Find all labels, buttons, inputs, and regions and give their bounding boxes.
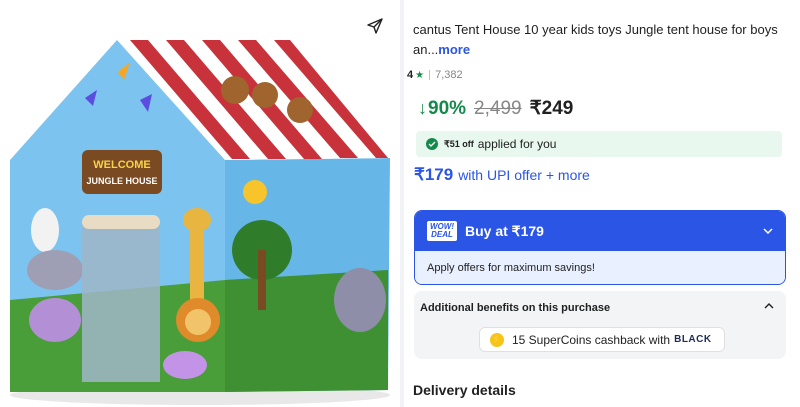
- rating-count: 7,382: [435, 69, 463, 81]
- offer-applied-banner: ₹51 off applied for you: [416, 131, 782, 157]
- wow-deal-badge: WOW! DEAL: [427, 221, 457, 241]
- rating-separator: [429, 70, 431, 80]
- product-details: cantus Tent House 10 year kids toys Jung…: [404, 0, 800, 407]
- product-title[interactable]: cantus Tent House 10 year kids toys Jung…: [413, 20, 791, 60]
- share-icon: [367, 18, 383, 34]
- buy-box: WOW! DEAL Buy at ₹179 Apply offers for m…: [414, 210, 786, 285]
- chevron-down-icon[interactable]: [763, 225, 773, 237]
- benefits-heading: Additional benefits on this purchase: [420, 302, 611, 314]
- product-image-pane[interactable]: WELCOME JUNGLE HOUSE: [0, 0, 400, 407]
- apply-offers-text: Apply offers for maximum savings!: [415, 251, 785, 284]
- share-button[interactable]: [361, 12, 389, 40]
- mrp-price: 2,499: [474, 98, 522, 119]
- selling-price: ₹249: [529, 98, 574, 119]
- supercoin-icon: ⚡: [490, 332, 504, 347]
- discount-value: 90%: [428, 97, 467, 119]
- upi-offer-row[interactable]: ₹179 with UPI offer + more: [414, 165, 590, 185]
- svg-text:WELCOME: WELCOME: [93, 159, 150, 171]
- rating-summary[interactable]: 4 ★ 7,382: [407, 69, 463, 81]
- star-icon: ★: [415, 69, 425, 81]
- supercoins-text: 15 SuperCoins cashback with: [512, 332, 671, 347]
- chevron-up-icon[interactable]: [764, 300, 774, 312]
- product-image: WELCOME JUNGLE HOUSE: [0, 0, 400, 407]
- additional-benefits: Additional benefits on this purchase ⚡ 1…: [414, 291, 786, 359]
- offer-applied-text: applied for you: [477, 137, 557, 151]
- upi-offer-text: with UPI offer + more: [458, 167, 590, 183]
- price-row: ↓ 90% 2,499 ₹249: [418, 97, 573, 120]
- rating-value: 4: [407, 69, 414, 81]
- down-arrow-icon: ↓: [418, 98, 427, 118]
- upi-price: ₹179: [414, 165, 454, 184]
- svg-text:JUNGLE HOUSE: JUNGLE HOUSE: [86, 176, 157, 186]
- discount-badge: ↓ 90%: [418, 98, 466, 120]
- check-badge-icon: [426, 138, 438, 150]
- buy-at-button[interactable]: WOW! DEAL Buy at ₹179: [415, 211, 785, 251]
- supercoins-pill[interactable]: ⚡ 15 SuperCoins cashback with BLACK: [479, 327, 725, 352]
- delivery-details-heading: Delivery details: [413, 382, 516, 398]
- black-label: BLACK: [674, 334, 712, 345]
- offer-off-amount: ₹51 off: [444, 138, 474, 149]
- more-link[interactable]: more: [438, 42, 470, 57]
- wow-deal-line2: DEAL: [431, 230, 453, 239]
- buy-at-label: Buy at ₹179: [465, 222, 544, 239]
